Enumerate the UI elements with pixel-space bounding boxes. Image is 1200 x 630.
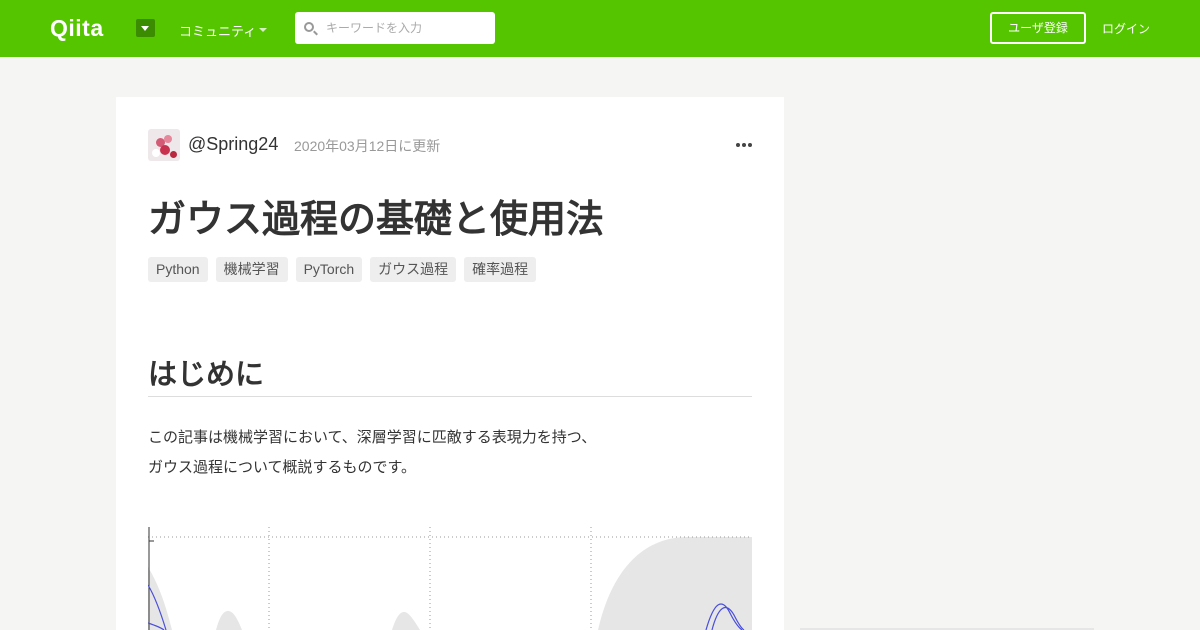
avatar[interactable] xyxy=(148,129,180,161)
tag-gaussian-process[interactable]: ガウス過程 xyxy=(370,257,457,282)
community-menu[interactable]: コミュニティ xyxy=(179,21,256,40)
intro-paragraph: この記事は機械学習において、深層学習に匹敵する表現力を持つ、 ガウス過程について… xyxy=(148,422,596,482)
signup-button[interactable]: ユーザ登録 xyxy=(990,12,1086,44)
tag-python[interactable]: Python xyxy=(148,257,208,282)
top-navbar: Qiita コミュニティ ユーザ登録 ログイン xyxy=(0,0,1200,57)
login-link[interactable]: ログイン xyxy=(1102,20,1150,37)
more-options-icon[interactable] xyxy=(736,143,752,147)
chevron-down-icon xyxy=(259,28,267,32)
logo-dropdown-icon[interactable] xyxy=(136,19,155,37)
heading-divider xyxy=(148,396,752,397)
gaussian-process-figure xyxy=(148,527,752,630)
article-title: ガウス過程の基礎と使用法 xyxy=(148,197,605,241)
qiita-logo[interactable]: Qiita xyxy=(50,15,104,42)
tag-list: Python 機械学習 PyTorch ガウス過程 確率過程 xyxy=(148,257,537,282)
tag-machine-learning[interactable]: 機械学習 xyxy=(215,257,288,282)
confidence-band xyxy=(148,537,752,630)
section-heading: はじめに xyxy=(148,357,265,391)
author-username[interactable]: @Spring24 xyxy=(188,134,278,155)
tag-stochastic-process[interactable]: 確率過程 xyxy=(464,257,537,282)
tag-pytorch[interactable]: PyTorch xyxy=(295,257,363,282)
updated-date: 2020年03月12日に更新 xyxy=(294,138,441,154)
search-input[interactable] xyxy=(326,12,488,44)
paragraph-line: ガウス過程について概説するものです。 xyxy=(148,458,417,476)
article-card: @Spring24 2020年03月12日に更新 ガウス過程の基礎と使用法 Py… xyxy=(116,97,784,630)
search-icon xyxy=(304,22,314,32)
paragraph-line: この記事は機械学習において、深層学習に匹敵する表現力を持つ、 xyxy=(148,428,597,446)
search-box[interactable] xyxy=(295,12,495,44)
